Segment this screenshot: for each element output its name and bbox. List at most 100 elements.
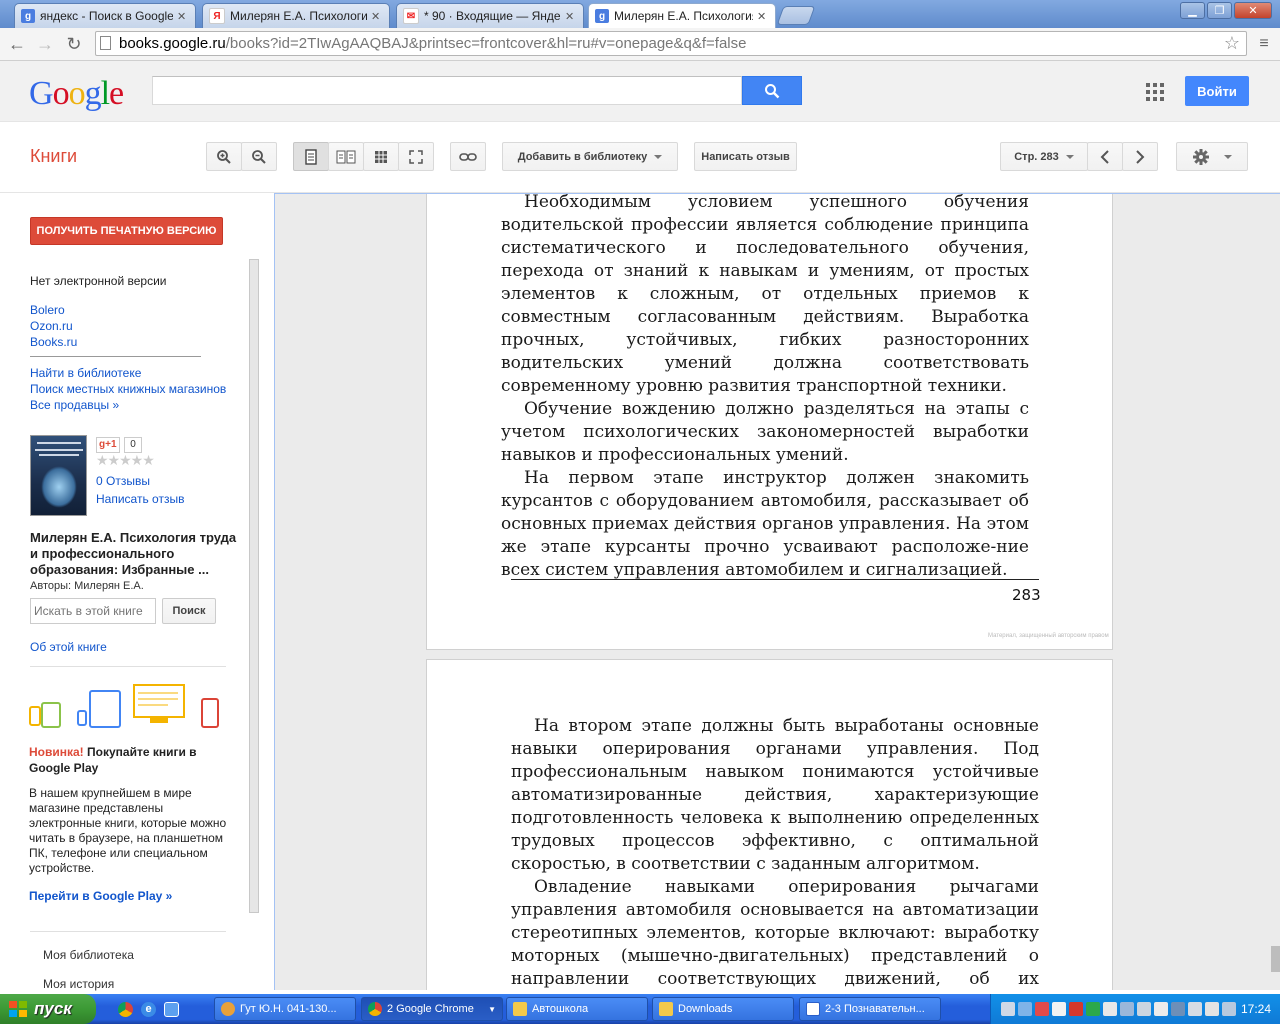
tray-app-icon[interactable] (1188, 1002, 1202, 1016)
browser-tab-active[interactable]: g Милерян Е.А. Психология т ✕ (588, 3, 776, 28)
bookmark-star-icon[interactable]: ☆ (1224, 32, 1240, 55)
copyright-watermark: Материал, защищенный авторским правом (988, 633, 1109, 639)
taskbar-task[interactable]: Гут Ю.Н. 041-130... (214, 997, 356, 1021)
store-link-bolero[interactable]: Bolero (30, 303, 65, 317)
start-button[interactable]: пуск (0, 994, 96, 1024)
system-tray: 17:24 (990, 994, 1280, 1024)
taskbar-task-active[interactable]: 2 Google Chrome ▼ (361, 997, 503, 1021)
tray-app-icon[interactable] (1120, 1002, 1134, 1016)
google-logo-letter: g (84, 75, 102, 112)
books-toolbar: Книги Добавить в библиотеку Написать отз… (0, 122, 1280, 193)
no-ebook-text: Нет электронной версии (30, 274, 167, 288)
new-tab-button[interactable] (776, 6, 816, 25)
taskbar-task[interactable]: 2-3 Познавательн... (799, 997, 941, 1021)
back-arrow-icon[interactable]: ← (6, 34, 28, 54)
write-review-link[interactable]: Написать отзыв (96, 492, 184, 506)
tray-app-icon[interactable] (1035, 1002, 1049, 1016)
settings-button[interactable] (1176, 142, 1248, 171)
about-book-link[interactable]: Об этой книге (30, 640, 107, 654)
show-desktop-icon[interactable] (164, 1002, 179, 1017)
apps-grid-icon[interactable] (1146, 83, 1164, 101)
close-tab-icon[interactable]: ✕ (371, 10, 383, 23)
my-library-link[interactable]: Моя библиотека (43, 948, 134, 962)
maximize-window-button[interactable]: ❐ (1207, 2, 1232, 19)
internet-explorer-icon[interactable]: e (141, 1002, 156, 1017)
local-bookstores-link[interactable]: Поиск местных книжных магазинов (30, 382, 226, 396)
close-tab-icon[interactable]: ✕ (565, 10, 577, 23)
my-history-link[interactable]: Моя история (43, 977, 114, 991)
book-viewer[interactable]: Необходимым условием успешного обучения … (274, 193, 1280, 990)
books-section-title[interactable]: Книги (30, 146, 77, 167)
browser-tab[interactable]: Я Милерян Е.А. Психология т ✕ (202, 3, 390, 28)
book-cover-thumbnail[interactable] (30, 435, 87, 516)
viewer-scrollbar-thumb[interactable] (1271, 946, 1280, 972)
tray-app-icon[interactable] (1103, 1002, 1117, 1016)
clock[interactable]: 17:24 (1241, 1002, 1271, 1016)
page-select-dropdown[interactable]: Стр. 283 (1000, 142, 1088, 171)
reviews-count-link[interactable]: 0 Отзывы (96, 474, 150, 488)
google-search-button[interactable] (742, 76, 802, 105)
minimize-window-button[interactable]: ▁ (1180, 2, 1205, 19)
url-path: /books?id=2TIwAgAAQBAJ&printsec=frontcov… (225, 35, 747, 52)
single-page-view-button[interactable] (293, 142, 329, 171)
volume-icon[interactable] (1205, 1002, 1219, 1016)
all-sellers-link[interactable]: Все продавцы » (30, 398, 119, 412)
store-link-ozon[interactable]: Ozon.ru (30, 319, 73, 333)
store-link-books[interactable]: Books.ru (30, 335, 77, 349)
browser-tab[interactable]: ✉ * 90 · Входящие — Яндекс ✕ (396, 3, 584, 28)
fullscreen-button[interactable] (398, 142, 434, 171)
google-plus-one-button[interactable]: g+1 (96, 437, 120, 453)
tray-app-icon[interactable] (1069, 1002, 1083, 1016)
taskbar-task[interactable]: Downloads (652, 997, 794, 1021)
rating-stars-icon[interactable]: ★★★★★ (96, 452, 155, 469)
close-tab-icon[interactable]: ✕ (757, 10, 769, 23)
taskbar-task[interactable]: Автошкола (506, 997, 648, 1021)
find-in-library-link[interactable]: Найти в библиотеке (30, 366, 141, 380)
divider (30, 356, 201, 357)
promo-new-label: Новинка! (29, 745, 84, 759)
link-button[interactable] (450, 142, 486, 171)
zoom-in-button[interactable] (206, 142, 242, 171)
word-document-icon (806, 1002, 820, 1016)
tray-app-icon[interactable] (1171, 1002, 1185, 1016)
tray-app-icon[interactable] (1154, 1002, 1168, 1016)
close-tab-icon[interactable]: ✕ (177, 10, 189, 23)
sign-in-button[interactable]: Войти (1185, 76, 1249, 106)
book-page: Необходимым условием успешного обучения … (426, 194, 1113, 650)
sidebar-scrollbar[interactable] (249, 259, 259, 913)
google-search-input[interactable] (152, 76, 742, 105)
url-host: books.google.ru (119, 35, 226, 52)
browser-tab[interactable]: g яндекс - Поиск в Google ✕ (14, 3, 196, 28)
search-in-book-button[interactable]: Поиск (162, 598, 216, 624)
add-to-library-button[interactable]: Добавить в библиотеку (502, 142, 678, 171)
tray-app-icon[interactable] (1052, 1002, 1066, 1016)
windows-logo-icon (9, 1001, 27, 1017)
thumbnail-view-button[interactable] (363, 142, 399, 171)
write-review-button[interactable]: Написать отзыв (694, 142, 797, 171)
network-icon[interactable] (1222, 1002, 1236, 1016)
reload-icon[interactable]: ↻ (63, 34, 85, 54)
google-play-link[interactable]: Перейти в Google Play » (29, 889, 172, 903)
tab-title: * 90 · Входящие — Яндекс (424, 9, 561, 23)
previous-page-button[interactable] (1087, 142, 1123, 171)
get-print-version-button[interactable]: ПОЛУЧИТЬ ПЕЧАТНУЮ ВЕРСИЮ (30, 217, 223, 245)
search-icon (765, 83, 780, 98)
next-page-button[interactable] (1122, 142, 1158, 171)
two-page-view-button[interactable] (328, 142, 364, 171)
zoom-out-button[interactable] (241, 142, 277, 171)
tray-app-icon[interactable] (1001, 1002, 1015, 1016)
book-sidebar: ПОЛУЧИТЬ ПЕЧАТНУЮ ВЕРСИЮ Нет электронной… (0, 193, 273, 991)
close-window-button[interactable]: ✕ (1234, 2, 1272, 19)
paragraph: На втором этапе должны быть выработаны о… (511, 716, 1039, 874)
chrome-quicklaunch-icon[interactable] (118, 1002, 133, 1017)
search-in-book-input[interactable] (30, 598, 156, 624)
chevron-right-icon (1136, 149, 1145, 164)
google-logo[interactable]: Google (29, 75, 124, 113)
menu-icon[interactable]: ≡ (1253, 34, 1275, 54)
tray-app-icon[interactable] (1137, 1002, 1151, 1016)
forward-arrow-icon[interactable]: → (34, 34, 56, 54)
address-bar[interactable]: books.google.ru/books?id=2TIwAgAAQBAJ&pr… (95, 31, 1247, 56)
tray-app-icon[interactable] (1018, 1002, 1032, 1016)
google-favicon-icon: g (21, 9, 35, 23)
tray-app-icon[interactable] (1086, 1002, 1100, 1016)
